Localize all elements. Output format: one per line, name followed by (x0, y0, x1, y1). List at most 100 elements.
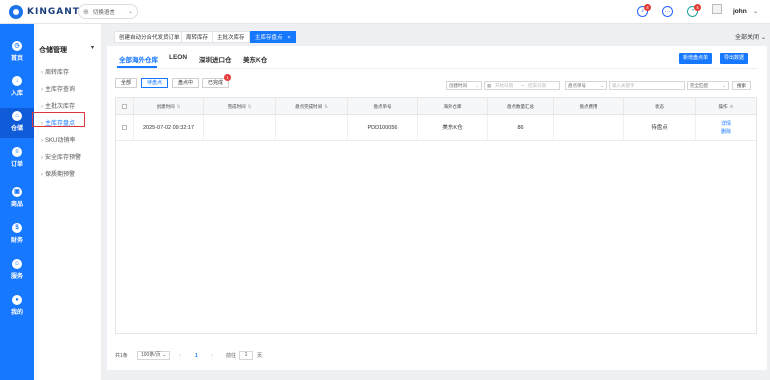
column-header-count-finished[interactable]: 盘点完成时间 ⇅ (276, 98, 348, 115)
match-type-select[interactable]: 完全匹配 ⌄ (687, 81, 729, 90)
tab-turnover-stock[interactable]: 周转库存 (181, 31, 214, 43)
user-menu-chevron-icon[interactable]: ⌄ (753, 8, 758, 15)
next-page-button[interactable]: › (211, 351, 213, 361)
create-stocktake-button[interactable]: 新增盘点单 (679, 53, 713, 64)
warehouse-tab-leon[interactable]: LEON (169, 54, 187, 61)
table-row: 2025-07-02 09:32:17 PDD100056 美东K仓 86 待盘… (116, 115, 756, 141)
prev-page-button[interactable]: ‹ (179, 351, 181, 361)
current-page[interactable]: 1 (195, 351, 198, 361)
main-content: 全部海外仓库 LEON 深圳进口仓 美东K仓 新增盘点单 导出数据 全部 待盘点… (107, 46, 767, 370)
row-checkbox[interactable] (122, 125, 127, 131)
tab-stocktake[interactable]: 主库存盘点 × (250, 31, 296, 43)
inbound-icon: ↓ (12, 76, 22, 86)
cell-fee (554, 115, 624, 141)
chevron-down-icon: ⌄ (162, 352, 167, 358)
keyword-placeholder: 输入关键字 (612, 83, 635, 88)
date-range-picker[interactable]: ▦ 开始日期 ~ 结束日期 (484, 81, 560, 90)
column-header-order-no: 盘点单号 (348, 98, 418, 115)
nav-label: 服务 (10, 274, 23, 280)
nav-label: 商品 (10, 202, 23, 208)
chevron-down-icon: ⌄ (722, 83, 726, 88)
field-type-select[interactable]: 盘点单号 ⌄ (565, 81, 607, 90)
nav-item-orders[interactable]: ≡ 订单 (0, 144, 34, 174)
nav-label: 订单 (10, 162, 23, 168)
tab-label: 周转库存 (186, 35, 209, 41)
detail-link[interactable]: 详情 (696, 120, 756, 128)
logo[interactable]: KINGANT (9, 5, 80, 19)
submenu-item-label: 保质期预警 (45, 172, 76, 178)
username[interactable]: john (733, 8, 747, 15)
warehouse-tab-all[interactable]: 全部海外仓库 (119, 54, 158, 64)
filter-all-button[interactable]: 全部 (115, 78, 138, 88)
sort-icon: ⇅ (176, 104, 181, 109)
completed-count-badge: 1 (224, 74, 232, 81)
warehouse-icon: ⌂ (12, 111, 22, 121)
submenu-item-stock-query[interactable]: › 主库存查询 (41, 84, 75, 93)
nav-item-home[interactable]: ◷ 首页 (0, 38, 34, 68)
order-icon: ≡ (12, 147, 22, 157)
submenu-item-safety-stock-alert[interactable]: › 安全库存预警 (41, 152, 81, 161)
select-all-cell (116, 98, 134, 115)
column-header-finished[interactable]: 完成时间 ⇅ (204, 98, 276, 115)
warehouse-tab-shenzhen[interactable]: 深圳进口仓 (199, 54, 232, 64)
caret-down-icon[interactable]: ▾ (91, 44, 94, 51)
keyword-input[interactable]: 输入关键字 (609, 81, 685, 90)
column-header-created[interactable]: 创建时间 ⇅ (134, 98, 204, 115)
stocktake-table: 创建时间 ⇅ 完成时间 ⇅ 盘点完成时间 ⇅ 盘点单号 海外仓库 盘点数量汇总 盘点费… (115, 97, 757, 334)
select-value: 创建时间 (449, 83, 467, 88)
chevron-down-icon: ⌄ (600, 83, 604, 88)
submenu-item-label: 周转库存 (45, 70, 70, 76)
nav-item-finance[interactable]: $ 财务 (0, 220, 34, 250)
filter-in-progress-button[interactable]: 盘点中 (172, 78, 200, 88)
nav-item-products[interactable]: ▣ 商品 (0, 184, 34, 214)
language-switcher[interactable]: ⊕ 切换语言 ⌄ (78, 4, 138, 19)
goto-label: 前往 (226, 353, 237, 359)
nav-item-inbound[interactable]: ↓ 入库 (0, 73, 34, 103)
cell-warehouse: 美东K仓 (418, 115, 488, 141)
dashboard-icon: ◷ (12, 41, 22, 51)
tab-batch-stock[interactable]: 主批次库存 (212, 31, 250, 43)
search-button[interactable]: 搜索 (732, 81, 751, 90)
export-data-button[interactable]: 导出数据 (720, 53, 749, 64)
close-all-tabs[interactable]: 全部关闭 ⌄ (735, 32, 766, 41)
goto-page-input[interactable]: 1 (239, 351, 253, 360)
submenu-title[interactable]: 仓储管理 (39, 45, 67, 55)
close-icon[interactable]: × (288, 35, 291, 41)
filter-pending-button[interactable]: 待盘点 (141, 78, 169, 88)
nav-item-service[interactable]: ☺ 服务 (0, 256, 34, 286)
table-header: 创建时间 ⇅ 完成时间 ⇅ 盘点完成时间 ⇅ 盘点单号 海外仓库 盘点数量汇总 盘点费… (116, 98, 756, 115)
delete-link[interactable]: 删除 (696, 128, 756, 136)
submenu-item-sku-sell-through[interactable]: › SKU动销率 (41, 135, 75, 144)
column-label: 创建时间 (156, 104, 175, 109)
notification-bell-icon[interactable]: ♪ 4 (637, 4, 651, 17)
column-label: 盘点完成时间 (295, 104, 323, 109)
nav-label: 我的 (10, 310, 23, 316)
finance-icon: $ (12, 223, 22, 233)
cell-finished (204, 115, 276, 141)
start-date-placeholder: 开始日期 (495, 83, 513, 88)
filter-label: 已完成 (208, 80, 224, 86)
status-badge: 4 (694, 4, 701, 11)
submenu-item-batch-stock[interactable]: › 主批次库存 (41, 101, 75, 110)
select-value: 完全匹配 (690, 83, 708, 88)
filter-completed-button[interactable]: 已完成 1 (202, 74, 232, 88)
tab-create-auto-order[interactable]: 创建自动分合代发货订单 (114, 31, 185, 43)
nav-item-profile[interactable]: ● 我的 (0, 292, 34, 322)
selection-highlight (32, 112, 85, 127)
cell-created: 2025-07-02 09:32:17 (134, 115, 204, 141)
column-header-warehouse: 海外仓库 (418, 98, 488, 115)
language-label: 切换语言 (92, 9, 115, 16)
submenu-item-turnover-stock[interactable]: › 周转库存 (41, 67, 69, 76)
time-type-select[interactable]: 创建时间 ⌄ (446, 81, 482, 90)
submenu-item-expiry-alert[interactable]: › 保质期预警 (41, 169, 75, 178)
warehouse-tab-us-east-k[interactable]: 美东K仓 (243, 54, 267, 64)
page-size-select[interactable]: 100条/页 ⌄ (137, 351, 171, 360)
chevron-down-icon: ⌄ (760, 35, 766, 41)
cell-actions: 详情 删除 (696, 115, 756, 141)
avatar[interactable] (712, 4, 722, 14)
select-all-checkbox[interactable] (122, 104, 127, 110)
message-icon[interactable]: … (662, 6, 673, 17)
settings-icon[interactable]: ⚙ (729, 104, 733, 109)
nav-item-warehouse[interactable]: ⌂ 仓储 (0, 108, 34, 138)
status-icon[interactable]: ◔ 4 (687, 4, 701, 17)
